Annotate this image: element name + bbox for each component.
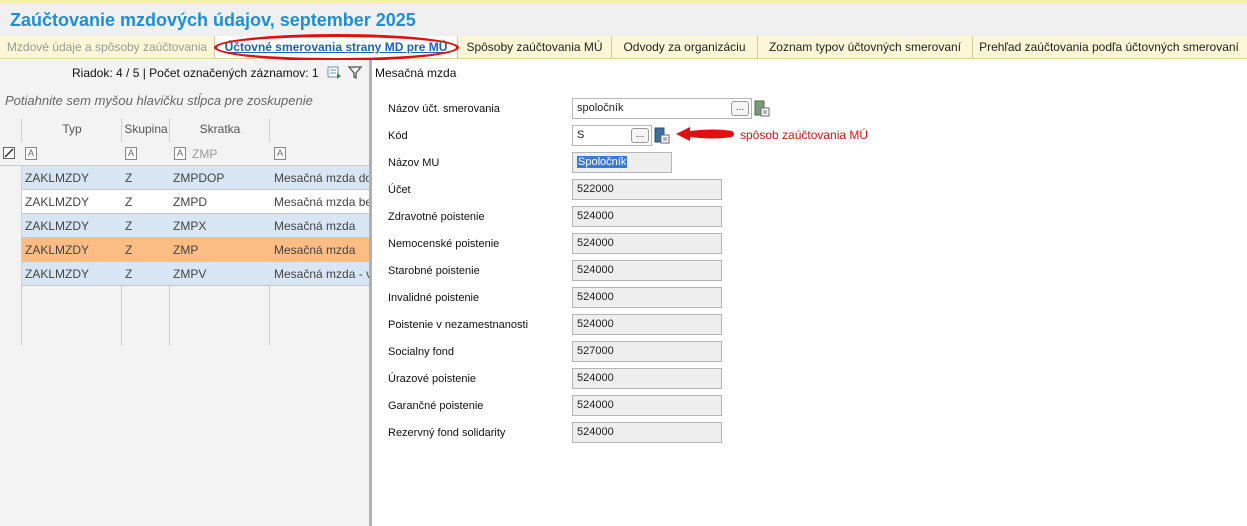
grid-header: Typ Skupina Skratka (0, 118, 369, 142)
red-arrow-annotation (676, 127, 734, 141)
filter-edit-icon[interactable] (3, 147, 15, 159)
filter-skupina-icon[interactable]: A (125, 147, 137, 160)
tab-bar: Mzdové údaje a spôsoby zaúčtovania Účtov… (0, 36, 1247, 59)
lookup-list-icon[interactable] (654, 127, 670, 144)
tab-mzdove-udaje[interactable]: Mzdové údaje a spôsoby zaúčtovania (0, 36, 215, 58)
rezervny-field[interactable]: 524000 (572, 422, 722, 443)
cell-skupina: Z (125, 195, 133, 209)
table-row-selected[interactable]: ZAKLMZDY Z ZMP Mesačná mzda (22, 238, 369, 262)
label-socialny-fond: Socialny fond (388, 346, 455, 358)
invalidne-field[interactable]: 524000 (572, 287, 722, 308)
cell-typ: ZAKLMZDY (25, 219, 90, 233)
label-garancne: Garančné poistenie (388, 400, 484, 412)
cell-nazov: Mesačná mzda be (274, 195, 369, 209)
active-tab-highlight-ellipse (214, 34, 459, 61)
nazov-mu-field[interactable]: Spoločník (572, 152, 672, 173)
table-row[interactable]: ZAKLMZDY Z ZMPDOP Mesačná mzda do (22, 166, 369, 190)
title-bar: Zaúčtovanie mzdových údajov, september 2… (0, 4, 1247, 36)
page-title: Zaúčtovanie mzdových údajov, september 2… (10, 10, 416, 30)
filter-icon[interactable] (347, 64, 363, 80)
cell-skratka: ZMPV (173, 267, 207, 281)
zdravotne-field[interactable]: 524000 (572, 206, 722, 227)
filter-skratka-value[interactable]: ZMP (192, 147, 217, 161)
cell-nazov: Mesačná mzda - v (274, 267, 369, 281)
label-kod: Kód (388, 130, 408, 142)
nazov-uct-smerovania-lookup-button[interactable]: ... (731, 101, 749, 116)
filter-typ-icon[interactable]: A (25, 147, 37, 160)
cell-skupina: Z (125, 219, 133, 233)
label-ucet: Účet (388, 184, 411, 196)
label-invalidne: Invalidné poistenie (388, 292, 480, 304)
label-nazov-uct-smerovania: Názov účt. smerovania (388, 103, 500, 115)
cell-typ: ZAKLMZDY (25, 195, 90, 209)
column-header-skupina[interactable]: Skupina (122, 122, 170, 136)
row-status: Riadok: 4 / 5 | Počet označených záznamo… (72, 66, 319, 80)
urazove-field[interactable]: 524000 (572, 368, 722, 389)
group-by-hint: Potiahnite sem myšou hlavičku stĺpca pre… (5, 93, 313, 108)
detail-pane: Mesačná mzda Názov účt. smerovania spolo… (372, 60, 1247, 526)
tab-prehlad[interactable]: Prehľad zaúčtovania podľa účtovných smer… (973, 36, 1245, 58)
annotation-text: spôsob zaúčtovania MÚ (740, 128, 869, 142)
lookup-list-icon[interactable] (754, 100, 770, 117)
filter-nazov-icon[interactable]: A (274, 147, 286, 160)
cell-skratka: ZMPDOP (173, 171, 225, 185)
cell-typ: ZAKLMZDY (25, 171, 90, 185)
nezamestnanost-field[interactable]: 524000 (572, 314, 722, 335)
cell-skratka: ZMPX (173, 219, 207, 233)
label-nemocenske: Nemocenské poistenie (388, 238, 500, 250)
table-row[interactable]: ZAKLMZDY Z ZMPV Mesačná mzda - v (22, 262, 369, 286)
filter-skratka-icon[interactable]: A (174, 147, 186, 160)
table-row[interactable]: ZAKLMZDY Z ZMPD Mesačná mzda be (22, 190, 369, 214)
cell-skupina: Z (125, 243, 133, 257)
detail-section-title: Mesačná mzda (375, 66, 457, 80)
cell-skratka: ZMPD (173, 195, 207, 209)
cell-nazov: Mesačná mzda do (274, 171, 369, 185)
label-nazov-mu: Názov MU (388, 157, 440, 169)
column-header-typ[interactable]: Typ (22, 122, 122, 136)
label-nezamestnanost: Poistenie v nezamestnanosti (388, 319, 529, 331)
records-pane: Riadok: 4 / 5 | Počet označených záznamo… (0, 60, 369, 526)
label-urazove: Úrazové poistenie (388, 373, 477, 385)
tab-sposoby-zauctovania[interactable]: Spôsoby zaúčtovania MÚ (458, 36, 612, 58)
table-row[interactable]: ZAKLMZDY Z ZMPX Mesačná mzda (22, 214, 369, 238)
cell-skupina: Z (125, 171, 133, 185)
garancne-field[interactable]: 524000 (572, 395, 722, 416)
nemocenske-field[interactable]: 524000 (572, 233, 722, 254)
label-zdravotne: Zdravotné poistenie (388, 211, 485, 223)
cell-typ: ZAKLMZDY (25, 243, 90, 257)
tab-zoznam-typov[interactable]: Zoznam typov účtovných smerovaní (758, 36, 973, 58)
starobne-field[interactable]: 524000 (572, 260, 722, 281)
label-rezervny: Rezervný fond solidarity (388, 427, 506, 439)
nazov-mu-selected-text: Spoločník (577, 156, 628, 168)
cell-nazov: Mesačná mzda (274, 219, 356, 233)
filter-row: A A A ZMP A (0, 142, 369, 166)
socialny-fond-field[interactable]: 527000 (572, 341, 722, 362)
label-starobne: Starobné poistenie (388, 265, 480, 277)
ucet-field[interactable]: 522000 (572, 179, 722, 200)
export-icon[interactable] (326, 64, 342, 80)
column-header-skratka[interactable]: Skratka (170, 122, 270, 136)
cell-skupina: Z (125, 267, 133, 281)
cell-nazov: Mesačná mzda (274, 243, 356, 257)
kod-lookup-button[interactable]: ... (631, 128, 649, 143)
cell-skratka: ZMP (173, 243, 199, 257)
nazov-uct-smerovania-field[interactable]: spoločník (572, 98, 752, 119)
tab-odvody[interactable]: Odvody za organizáciu (612, 36, 758, 58)
cell-typ: ZAKLMZDY (25, 267, 90, 281)
